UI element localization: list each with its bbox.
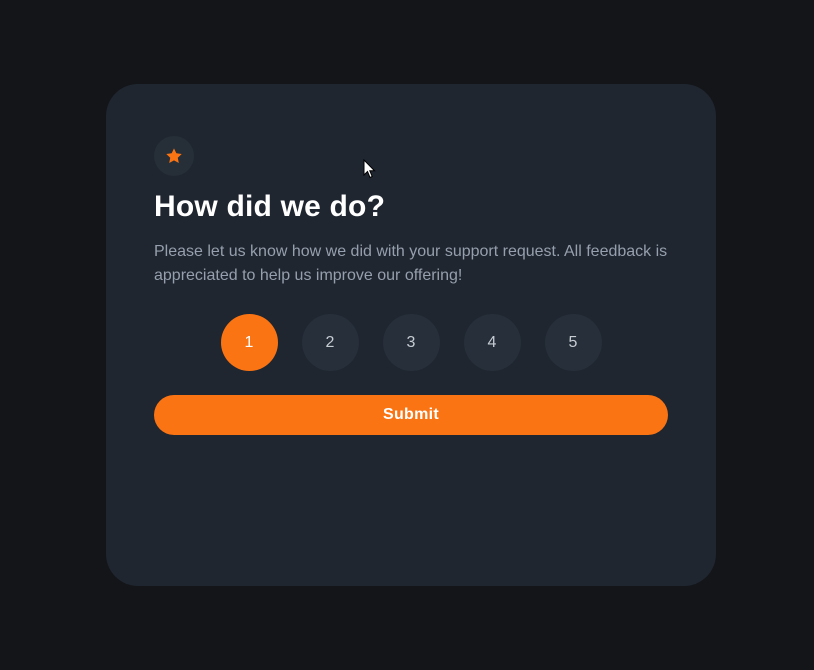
submit-button[interactable]: Submit <box>154 395 668 435</box>
star-badge <box>154 136 194 176</box>
rating-options: 1 2 3 4 5 <box>154 314 668 371</box>
rating-option-4[interactable]: 4 <box>463 314 521 371</box>
page-title: How did we do? <box>154 190 386 223</box>
rating-option-3[interactable]: 3 <box>382 314 440 371</box>
rating-option-5[interactable]: 5 <box>544 314 602 371</box>
star-icon <box>166 148 182 164</box>
description-text: Please let us know how we did with your … <box>154 243 668 284</box>
rating-option-2[interactable]: 2 <box>301 314 359 371</box>
mouse-cursor-icon <box>363 159 376 179</box>
rating-card: How did we do? Please let us know how we… <box>106 84 716 586</box>
rating-option-1[interactable]: 1 <box>220 314 278 371</box>
